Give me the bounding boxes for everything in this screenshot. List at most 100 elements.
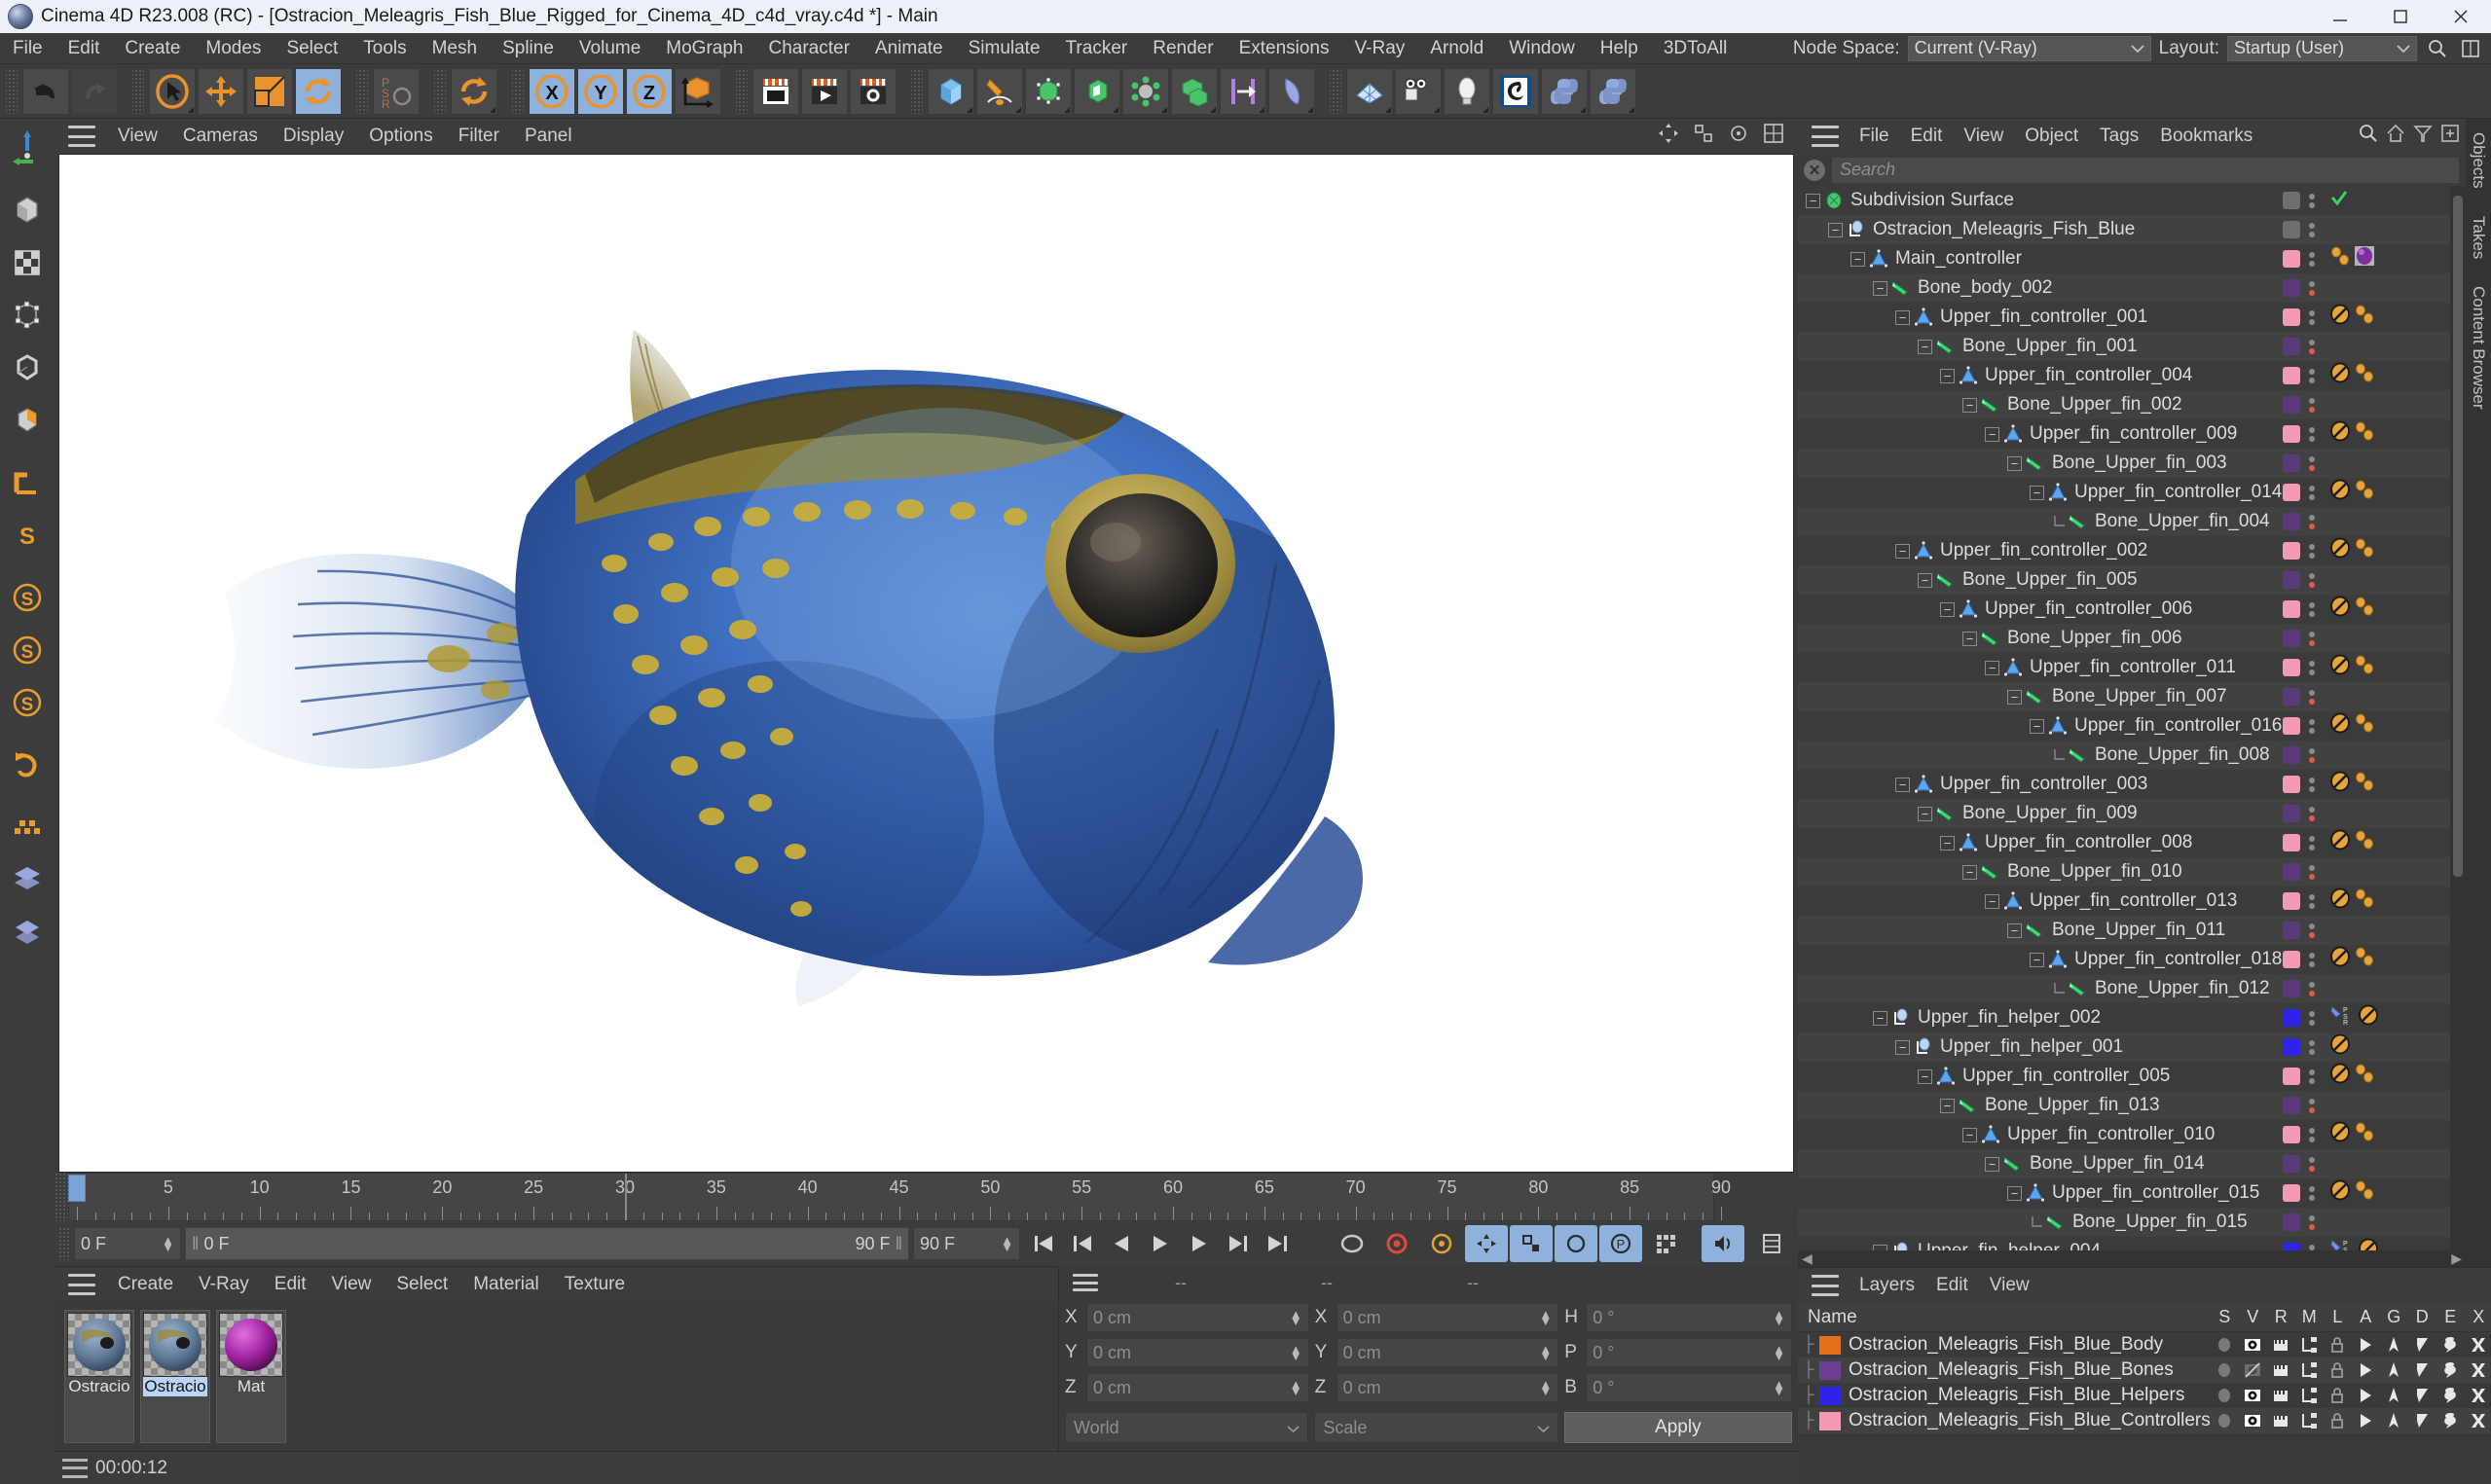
menu-item-mograph[interactable]: MoGraph [653,33,755,64]
object-menu-object[interactable]: Object [2014,126,2089,147]
tab-content-browser[interactable]: Content Browser [2469,272,2488,423]
object-tree-row[interactable]: − Upper_fin_helper_002 P S R [1798,1003,2466,1032]
tree-expander-icon[interactable]: − [1873,1010,1887,1026]
deformer-icon[interactable] [1122,67,1169,115]
tree-expander-icon[interactable]: − [1895,543,1910,559]
clear-search-icon[interactable]: ✕ [1804,159,1825,181]
object-tags[interactable] [2324,420,2450,448]
status-hamburger-icon[interactable] [62,1458,88,1478]
menu-item-mesh[interactable]: Mesh [420,33,490,64]
layer-column-v[interactable]: V [2239,1307,2267,1327]
constraint-tag-icon[interactable] [2354,1063,2375,1090]
object-tags[interactable]: PSR [2324,1004,2450,1032]
object-tree-row[interactable]: − Upper_fin_controller_016 [1798,711,2466,741]
autokey-toggle-button[interactable] [1331,1225,1374,1262]
tree-expander-icon[interactable]: − [1962,1127,1977,1142]
node-space-dropdown[interactable]: Current (V-Ray) [1907,35,2151,61]
object-tree-row[interactable]: − Upper_fin_controller_009 [1798,419,2466,449]
tree-expander-icon[interactable]: − [1985,1156,1999,1172]
layer-toggle-l[interactable] [2324,1360,2352,1380]
toolbar-group-handle[interactable] [434,68,446,114]
object-tags[interactable] [2324,946,2450,973]
visibility-dots-icon[interactable] [2308,280,2316,296]
menu-item-character[interactable]: Character [755,33,861,64]
visibility-dots-icon[interactable] [2308,368,2316,383]
layer-color-swatch[interactable] [2283,1126,2300,1144]
visibility-dots-icon[interactable] [2308,981,2316,996]
layer-toggle-l[interactable] [2324,1411,2352,1430]
constraint-tag-icon[interactable] [2354,537,2375,564]
object-tree-row[interactable]: Bone_Upper_fin_012 [1798,974,2466,1004]
tree-expander-icon[interactable]: − [1940,1098,1955,1113]
layer-toggle-a[interactable] [2352,1411,2380,1430]
spinner-icon[interactable]: ▲ ▼ [1529,1343,1552,1362]
layer-toggle-e[interactable] [2436,1386,2465,1405]
constraint-tag-icon[interactable] [2354,304,2375,331]
menu-item-volume[interactable]: Volume [567,33,653,64]
light-icon[interactable] [1444,67,1490,115]
visibility-dots-icon[interactable] [2308,339,2316,354]
layer-toggle-d[interactable] [2408,1386,2436,1405]
protect-tag-icon[interactable] [2329,362,2351,389]
constraint-tag-icon[interactable] [2354,887,2375,915]
object-menu-edit[interactable]: Edit [1900,126,1954,147]
tab-takes[interactable]: Takes [2469,202,2488,272]
object-tree-row[interactable]: − Upper_fin_controller_011 [1798,653,2466,682]
object-tree-row[interactable]: − Bone_Upper_fin_001 [1798,332,2466,362]
step-forward-button[interactable] [1180,1227,1219,1260]
constraint-tag-icon[interactable] [2354,771,2375,798]
tree-expander-icon[interactable]: − [1873,280,1887,296]
layer-column-g[interactable]: G [2380,1307,2408,1327]
layer-column-x[interactable]: X [2465,1307,2491,1327]
constraint-tag-icon[interactable] [2329,245,2351,272]
play-button[interactable] [1141,1227,1180,1260]
rotate-view-icon[interactable] [1728,123,1749,150]
layer-color-swatch[interactable] [2283,454,2300,473]
move-view-icon[interactable] [1658,123,1679,150]
material-menu-material[interactable]: Material [460,1274,552,1295]
tree-expander-icon[interactable]: − [1962,864,1977,880]
object-tree-row[interactable]: − Upper_fin_controller_005 [1798,1062,2466,1091]
layer-toggle-a[interactable] [2352,1335,2380,1355]
visibility-dots-icon[interactable] [2308,777,2316,792]
apply-button[interactable]: Apply [1563,1412,1792,1443]
menu-item-help[interactable]: Help [1588,33,1651,64]
toolbar-group-handle[interactable] [132,68,144,114]
object-tree-row[interactable]: − Subdivision Surface [1798,186,2466,215]
viewport-menu-filter[interactable]: Filter [446,126,512,147]
record-button[interactable] [1375,1225,1418,1262]
layer-color-swatch[interactable] [2283,1068,2300,1086]
layer-color-swatch[interactable] [2283,776,2300,794]
visibility-dots-icon[interactable] [2308,1185,2316,1201]
coordinate-position-z-field[interactable]: 0 cm ▲ ▼ [1086,1373,1309,1402]
spinner-icon[interactable]: ▲ ▼ [1280,1378,1302,1397]
render-settings-icon[interactable] [850,67,897,115]
tree-expander-icon[interactable]: − [2030,485,2044,500]
array-icon[interactable] [1220,67,1266,115]
scrollbar-thumb[interactable] [2453,196,2463,878]
object-tags[interactable] [2324,1179,2450,1207]
object-tree-row[interactable]: − Upper_fin_controller_002 [1798,536,2466,565]
viewport-menu-cameras[interactable]: Cameras [170,126,271,147]
object-tree-row[interactable]: − Bone_Upper_fin_005 [1798,565,2466,596]
layer-column-d[interactable]: D [2408,1307,2436,1327]
visibility-dots-icon[interactable] [2308,806,2316,821]
layer-toggle-r[interactable] [2267,1360,2295,1380]
layer-toggle-r[interactable] [2267,1335,2295,1355]
layer-color-swatch[interactable] [2283,279,2300,298]
layer-color-swatch[interactable] [2283,484,2300,502]
layout-grid-icon[interactable] [2458,36,2483,61]
protect-tag-icon[interactable] [2329,537,2351,564]
tree-expander-icon[interactable]: − [1940,601,1955,617]
menu-item-animate[interactable]: Animate [862,33,956,64]
layer-color-swatch[interactable] [2283,192,2300,210]
object-tree-row[interactable]: − Upper_fin_controller_001 [1798,303,2466,332]
constraint-tag-icon[interactable] [2354,362,2375,389]
layers-hamburger-icon[interactable] [1812,1275,1839,1297]
search-icon[interactable] [2359,124,2378,149]
visibility-dots-icon[interactable] [2308,718,2316,734]
layer-color-swatch[interactable] [2283,221,2300,239]
layer-color-swatch[interactable] [2283,980,2300,998]
home-icon[interactable] [2386,124,2405,149]
object-tags[interactable] [2324,245,2450,272]
